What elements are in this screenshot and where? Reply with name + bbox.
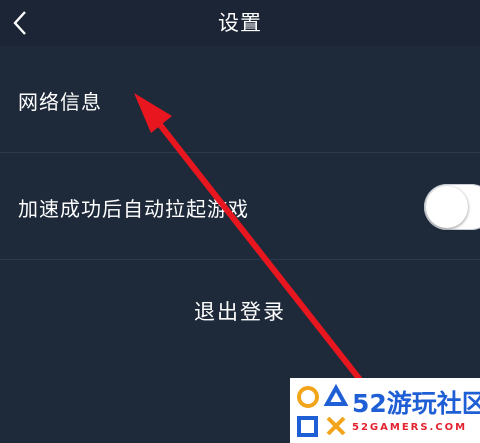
network-info-label: 网络信息 (18, 90, 102, 114)
brand-symbols-icon (297, 383, 349, 437)
network-info-row[interactable]: 网络信息 (0, 46, 480, 152)
watermark-name: 游玩社区 (386, 389, 480, 418)
watermark-logo: 52游玩社区 52GAMERS.COM (290, 378, 480, 443)
watermark-domain: 52GAMERS.COM (352, 422, 468, 433)
watermark-number: 52 (352, 389, 387, 418)
watermark-brand: 52游玩社区 (352, 384, 480, 420)
toggle-knob (426, 186, 468, 228)
page-title: 设置 (218, 11, 262, 35)
logout-button[interactable]: 退出登录 (0, 294, 480, 330)
top-bar: 设置 (0, 0, 480, 46)
auto-launch-label: 加速成功后自动拉起游戏 (18, 197, 249, 221)
auto-launch-toggle[interactable] (424, 184, 480, 230)
auto-launch-row: 加速成功后自动拉起游戏 (0, 153, 480, 259)
